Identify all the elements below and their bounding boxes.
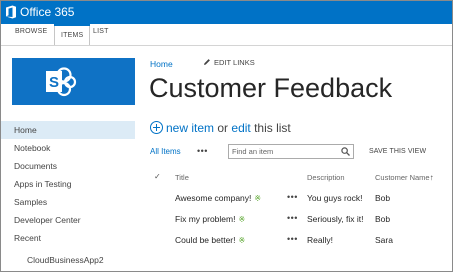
find-item-input[interactable] — [232, 146, 336, 157]
sharepoint-logo-icon: S — [46, 67, 77, 97]
row-customer-cell: Bob — [375, 193, 391, 203]
new-item-link[interactable]: new item — [166, 121, 214, 135]
row-menu-ellipsis-icon[interactable]: ••• — [287, 234, 298, 244]
brand-label[interactable]: Office 365 — [20, 5, 74, 19]
quick-launch-item-notebook[interactable]: Notebook — [1, 139, 135, 157]
breadcrumb-home-link[interactable]: Home — [150, 59, 173, 69]
row-title-link[interactable]: Fix my problem! — [175, 214, 235, 224]
edit-links-label: EDIT LINKS — [214, 58, 255, 67]
row-menu-ellipsis-icon[interactable]: ••• — [287, 213, 298, 223]
edit-links-button[interactable]: EDIT LINKS — [203, 58, 255, 67]
search-box — [228, 144, 354, 159]
quick-launch-item-developer-center[interactable]: Developer Center — [1, 211, 135, 229]
column-header-title[interactable]: Title — [175, 173, 189, 182]
row-title-link[interactable]: Awesome company! — [175, 193, 251, 203]
table-row[interactable]: Could be better! ※ ••• Really! Sara — [171, 234, 451, 253]
quick-launch-item-recent[interactable]: Recent — [1, 229, 135, 247]
new-item-command: new item or edit this list — [150, 121, 291, 135]
this-list-text: this list — [254, 121, 291, 135]
column-header-customer-name-label: Customer Name — [375, 173, 430, 182]
tab-list[interactable]: LIST — [93, 28, 109, 35]
pencil-icon — [204, 59, 210, 65]
tab-browse[interactable]: BROWSE — [15, 28, 47, 35]
site-logo[interactable]: S — [12, 58, 135, 105]
row-title-cell[interactable]: Awesome company! ※ — [175, 193, 261, 203]
row-customer-cell: Sara — [375, 235, 393, 245]
sort-ascending-icon: ↑ — [429, 173, 434, 182]
row-menu-ellipsis-icon[interactable]: ••• — [287, 192, 298, 202]
view-more-ellipsis-icon[interactable]: ••• — [197, 146, 208, 156]
svg-text:S: S — [49, 74, 59, 91]
table-row[interactable]: Fix my problem! ※ ••• Seriously, fix it! … — [171, 213, 451, 232]
row-title-link[interactable]: Could be better! — [175, 235, 235, 245]
new-item-icon: ※ — [238, 236, 246, 245]
edit-list-link[interactable]: edit — [231, 121, 250, 135]
column-header-customer-name[interactable]: Customer Name↑ — [375, 173, 434, 182]
view-all-items-link[interactable]: All Items — [150, 147, 181, 156]
new-item-icon: ※ — [254, 194, 262, 203]
add-circle-icon[interactable] — [150, 121, 163, 134]
new-item-icon: ※ — [238, 215, 246, 224]
quick-launch-item-home[interactable]: Home — [1, 121, 135, 139]
save-this-view-button[interactable]: SAVE THIS VIEW — [369, 148, 426, 155]
row-description-cell: Really! — [307, 235, 333, 245]
quick-launch-item-documents[interactable]: Documents — [1, 157, 135, 175]
office-logo-icon[interactable] — [5, 5, 17, 19]
column-header-description[interactable]: Description — [307, 173, 345, 182]
quick-launch-item-apps-in-testing[interactable]: Apps in Testing — [1, 175, 135, 193]
ribbon-tabs: BROWSE ITEMS LIST — [1, 24, 452, 46]
suite-bar: Office 365 — [1, 1, 452, 24]
quick-launch-item-cloudbusinessapp2[interactable]: CloudBusinessApp2 — [1, 251, 135, 269]
or-text: or — [217, 121, 229, 135]
table-row[interactable]: Awesome company! ※ ••• You guys rock! Bob — [171, 192, 451, 211]
row-description-cell: Seriously, fix it! — [307, 214, 364, 224]
quick-launch-item-samples[interactable]: Samples — [1, 193, 135, 211]
browser-frame: Office 365 BROWSE ITEMS LIST S Home EDIT… — [0, 0, 453, 272]
row-customer-cell: Bob — [375, 214, 391, 224]
tab-items[interactable]: ITEMS — [54, 24, 91, 45]
select-all-checkmark-icon[interactable]: ✓ — [154, 172, 161, 181]
row-title-cell[interactable]: Could be better! ※ — [175, 235, 245, 245]
search-icon[interactable] — [341, 147, 350, 156]
page-title: Customer Feedback — [149, 73, 393, 103]
row-description-cell: You guys rock! — [307, 193, 363, 203]
row-title-cell[interactable]: Fix my problem! ※ — [175, 214, 245, 224]
